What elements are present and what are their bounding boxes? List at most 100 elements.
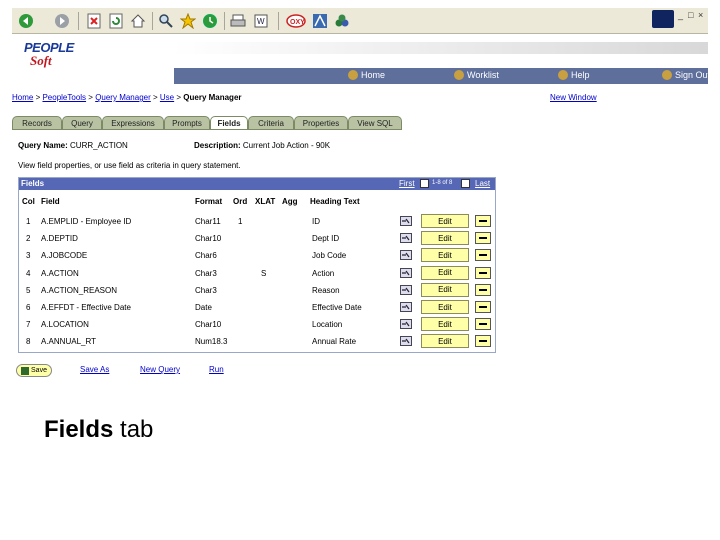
criteria-icon[interactable] [400, 233, 412, 244]
worklist-icon [454, 70, 464, 80]
run-link[interactable]: Run [209, 365, 224, 374]
back-icon[interactable] [16, 11, 36, 31]
new-query-link[interactable]: New Query [140, 365, 180, 374]
edit-button[interactable]: Edit [421, 300, 469, 314]
criteria-icon[interactable] [400, 319, 412, 330]
next-arrow-icon[interactable] [461, 179, 470, 188]
minus-icon [479, 254, 487, 257]
delete-row-button[interactable] [475, 249, 491, 262]
edit-icon[interactable]: W [252, 11, 272, 31]
tab-records[interactable]: Records [12, 116, 62, 129]
minimize-button[interactable]: _ [678, 10, 683, 20]
edit-button[interactable]: Edit [421, 265, 469, 280]
cell-format: Char3 [195, 268, 217, 278]
cell-col: 8 [26, 337, 31, 347]
edit-button[interactable]: Edit [421, 248, 469, 263]
browser-toolbar: W OXY _ □ × [12, 8, 708, 34]
tab-properties[interactable]: Properties [294, 116, 348, 129]
search-icon[interactable] [156, 11, 176, 31]
svg-text:OXY: OXY [290, 19, 305, 26]
save-button[interactable]: Save [16, 364, 52, 377]
cell-heading: Annual Rate [312, 337, 357, 347]
col-header-ord: Ord [233, 197, 248, 206]
minus-icon [479, 323, 487, 326]
criteria-icon[interactable] [400, 336, 412, 347]
table-row: 5 A.ACTION_REASON Char3 Reason Edit [19, 282, 495, 299]
stop-icon[interactable] [84, 11, 104, 31]
delete-row-button[interactable] [475, 335, 491, 348]
svg-text:W: W [257, 17, 265, 26]
edit-button[interactable]: Edit [421, 317, 469, 332]
toolkit-icon[interactable] [310, 11, 330, 31]
edit-button[interactable]: Edit [421, 231, 469, 246]
breadcrumb: Home > PeopleTools > Query Manager > Use… [12, 93, 597, 102]
maximize-button[interactable]: □ [688, 10, 693, 20]
criteria-icon[interactable] [400, 284, 412, 295]
app-header: PEOPLE Soft Home Worklist Help Sign Out [12, 34, 708, 84]
query-name: Query Name: CURR_ACTION [18, 141, 128, 150]
table-row: 8 A.ANNUAL_RT Num18.3 Annual Rate Edit [19, 333, 495, 350]
cell-field: A.JOBCODE [41, 251, 88, 261]
cell-format: Num18.3 [195, 337, 228, 347]
cell-field: A.ANNUAL_RT [41, 337, 96, 347]
grid-last-link[interactable]: Last [475, 179, 490, 188]
cell-format: Char6 [195, 251, 217, 261]
edit-button[interactable]: Edit [421, 334, 469, 349]
forward-icon[interactable] [52, 11, 72, 31]
oxy-icon[interactable]: OXY [286, 11, 306, 31]
slide-caption: Fields tab [44, 416, 154, 443]
prev-arrow-icon[interactable] [420, 179, 429, 188]
criteria-icon[interactable] [400, 302, 412, 312]
grid-first-link[interactable]: First [399, 179, 415, 188]
new-window-link[interactable]: New Window [550, 93, 597, 102]
header-stripe [172, 42, 708, 54]
cell-format: Char3 [195, 285, 217, 295]
nav-worklist[interactable]: Worklist [454, 70, 499, 80]
save-as-link[interactable]: Save As [80, 365, 109, 374]
tab-prompts[interactable]: Prompts [164, 116, 210, 129]
criteria-icon[interactable] [400, 216, 412, 226]
crumb-use[interactable]: Use [160, 93, 174, 102]
cell-col: 4 [26, 268, 31, 278]
nav-signout[interactable]: Sign Out [662, 70, 708, 80]
tab-query[interactable]: Query [62, 116, 102, 129]
tab-fields[interactable]: Fields [210, 116, 248, 130]
delete-row-button[interactable] [475, 266, 491, 279]
tab-view-sql[interactable]: View SQL [348, 116, 402, 129]
messenger-icon[interactable] [332, 11, 352, 31]
close-button[interactable]: × [698, 10, 703, 20]
col-header-format: Format [195, 197, 223, 206]
crumb-query-manager[interactable]: Query Manager [95, 93, 151, 102]
nav-home[interactable]: Home [348, 70, 385, 80]
delete-row-button[interactable] [475, 215, 491, 227]
nav-help[interactable]: Help [558, 70, 590, 80]
cell-format: Char10 [195, 234, 222, 244]
crumb-home[interactable]: Home [12, 93, 33, 102]
cell-heading: ID [312, 217, 320, 226]
delete-row-button[interactable] [475, 283, 491, 296]
col-header-agg: Agg [282, 197, 298, 206]
cell-col: 6 [26, 303, 31, 312]
windows-logo-icon [652, 10, 674, 28]
criteria-icon[interactable] [400, 267, 412, 278]
edit-button[interactable]: Edit [421, 282, 469, 297]
crumb-peopletools[interactable]: PeopleTools [42, 93, 86, 102]
criteria-icon[interactable] [400, 250, 412, 261]
refresh-icon[interactable] [106, 11, 126, 31]
cell-field: A.ACTION_REASON [41, 285, 118, 295]
delete-row-button[interactable] [475, 232, 491, 245]
grid-title: Fields [21, 179, 45, 188]
favorites-icon[interactable] [178, 11, 198, 31]
tab-expressions[interactable]: Expressions [102, 116, 164, 129]
print-icon[interactable] [228, 11, 248, 31]
tab-criteria[interactable]: Criteria [248, 116, 294, 129]
action-bar: Save Save As New Query Run [16, 364, 316, 378]
col-header-col: Col [22, 197, 35, 206]
minus-icon [479, 237, 487, 240]
history-icon[interactable] [200, 11, 220, 31]
grid-header: Fields First 1-8 of 8 Last [19, 178, 495, 190]
home-icon[interactable] [128, 11, 148, 31]
delete-row-button[interactable] [475, 318, 491, 331]
delete-row-button[interactable] [475, 301, 491, 313]
edit-button[interactable]: Edit [421, 214, 469, 228]
